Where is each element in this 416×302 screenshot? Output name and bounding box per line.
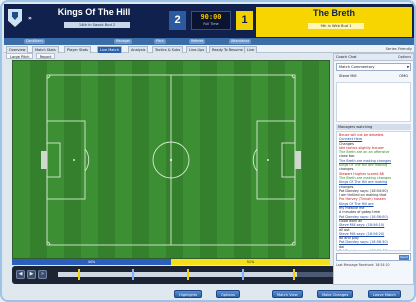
chat-options-link[interactable]: Options: [398, 54, 411, 61]
tab-match-stats[interactable]: Match Stats: [32, 46, 59, 53]
chat-mode-value: Match Commentary: [339, 65, 375, 69]
chat-panel-title: Coach Chat: [336, 55, 357, 59]
timeline-event-marker[interactable]: [242, 269, 244, 280]
highlights-button[interactable]: Highlights: [174, 290, 203, 298]
clock-time: 90:00: [200, 13, 222, 21]
tab-ready[interactable]: Ready To Resume: [209, 46, 246, 53]
leave-match-button[interactable]: Leave Match: [368, 290, 401, 298]
fast-forward-icon[interactable]: »: [38, 270, 47, 279]
feed-header: Managers watching: [336, 124, 411, 130]
tab-tactics-subs[interactable]: Tactics & Subs: [152, 46, 184, 53]
scoreboard-header: » Kings Of The Hill 14th in Savok Bud 2 …: [4, 4, 414, 38]
subtab-large-pitch[interactable]: Large Pitch: [6, 53, 34, 59]
make-changes-button[interactable]: Make Changes: [317, 290, 354, 298]
home-team-position: 14th in Savok Bud 2: [64, 22, 130, 28]
chat-panel: Coach Chat Options Match Commentary ▼ St…: [333, 53, 414, 285]
timeline-event-marker[interactable]: [187, 269, 189, 280]
possession-bar: 44% 51%: [12, 259, 330, 265]
match-view-button[interactable]: Match View: [272, 290, 303, 298]
home-score: 2: [169, 11, 186, 30]
view-subtabs: Large Pitch Report: [6, 53, 56, 59]
tab-player-stats[interactable]: Player Stats: [64, 46, 91, 53]
chat-input[interactable]: Send: [336, 253, 411, 261]
strip-item[interactable]: Attendance: [229, 39, 252, 44]
tab-line-ups[interactable]: Line-Ups: [186, 46, 208, 53]
tab-overview[interactable]: Overview: [6, 46, 29, 53]
subtab-report[interactable]: Report: [35, 53, 56, 59]
feed-line[interactable]: Pat Dansley says: (18:56:40): [339, 249, 408, 250]
home-possession: 44%: [12, 259, 171, 265]
managers-row: Steve Mill OMG: [336, 73, 411, 80]
tab-live-match[interactable]: Live Match: [97, 46, 122, 53]
timeline-progress: [58, 272, 297, 277]
home-manager-label[interactable]: Steve Mill: [339, 73, 356, 80]
away-team-position: 9th in Wkb Bud 1: [308, 23, 364, 29]
timeline-event-marker[interactable]: [132, 269, 134, 280]
breadcrumb: Series Friendly: [385, 47, 412, 51]
tab-live[interactable]: Live: [244, 46, 258, 53]
game-logo-icon[interactable]: [8, 9, 22, 27]
clock-status: Full Time: [203, 22, 219, 26]
home-team-name: Kings Of The Hill: [57, 7, 131, 17]
timeline-event-marker[interactable]: [293, 269, 295, 280]
chat-mode-select[interactable]: Match Commentary ▼: [336, 63, 411, 71]
timeline-event-marker[interactable]: [78, 269, 80, 280]
right-goal: [295, 151, 301, 169]
match-info-strip: Conditions Manager Pitch Referee Attenda…: [4, 38, 414, 45]
match-window: » Kings Of The Hill 14th in Savok Bud 2 …: [0, 0, 416, 302]
play-icon[interactable]: ▶: [27, 270, 36, 279]
rewind-icon[interactable]: ◀: [16, 270, 25, 279]
strip-item[interactable]: Referee: [189, 39, 206, 44]
strip-item[interactable]: Pitch: [154, 39, 166, 44]
match-clock: 90:00 Full Time: [191, 11, 231, 30]
strip-item[interactable]: Conditions: [24, 39, 45, 44]
away-team-name: The Breth: [312, 8, 355, 18]
left-goal: [41, 151, 47, 169]
strip-item[interactable]: Manager: [114, 39, 132, 44]
tab-analysis[interactable]: Analysis: [128, 46, 149, 53]
away-score: 1: [236, 11, 253, 30]
options-button[interactable]: Options: [216, 290, 240, 298]
chevron-down-icon: ▼: [406, 65, 409, 69]
last-message-status: Last Message Received: 18:54:10: [336, 263, 390, 267]
bottom-toolbar: Highlights Options Match View Make Chang…: [4, 288, 414, 300]
pitch-graphic: [13, 61, 329, 258]
back-chevron-icon[interactable]: »: [28, 15, 32, 22]
send-button[interactable]: Send: [399, 255, 409, 260]
chat-preview-area: [336, 82, 411, 122]
away-possession: 51%: [171, 259, 330, 265]
chat-panel-header: Coach Chat Options: [334, 54, 413, 61]
away-team-panel: The Breth 9th in Wkb Bud 1: [256, 7, 412, 37]
football-pitch[interactable]: [12, 60, 330, 259]
match-tabs: Overview Match Stats Player Stats Live M…: [4, 45, 414, 53]
away-manager-label[interactable]: OMG: [399, 73, 408, 80]
commentary-feed[interactable]: Beuse will not be debated. Connect Here Ch…: [336, 131, 411, 251]
